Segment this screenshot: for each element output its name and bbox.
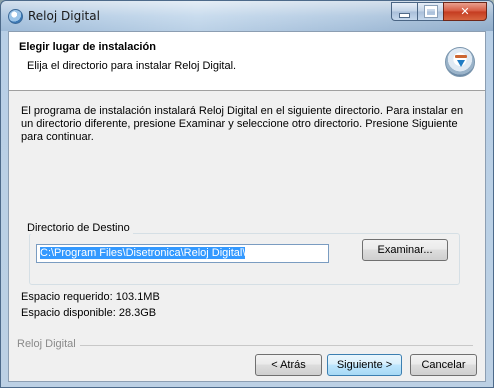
- disk-label-mark: [455, 55, 467, 58]
- destination-group-label: Directorio de Destino: [24, 222, 133, 234]
- page-title: Elegir lugar de instalación: [19, 41, 156, 53]
- minimize-button[interactable]: [391, 2, 417, 21]
- instructions-text: El programa de instalación instalará Rel…: [21, 105, 464, 143]
- maximize-icon: [423, 5, 438, 18]
- space-available: Espacio disponible: 28.3GB: [21, 307, 157, 319]
- browse-button[interactable]: Examinar...: [362, 239, 448, 261]
- caption-buttons: ✕: [391, 2, 487, 21]
- cancel-button[interactable]: Cancelar: [410, 354, 477, 376]
- app-clock-icon: [8, 9, 23, 24]
- title-bar[interactable]: Reloj Digital ✕: [1, 1, 493, 31]
- minimize-icon: [399, 12, 410, 18]
- page-subtitle: Elija el directorio para instalar Reloj …: [27, 60, 237, 72]
- space-required: Espacio requerido: 103.1MB: [21, 291, 160, 303]
- footer-divider: [17, 345, 473, 346]
- installer-window: Reloj Digital ✕ Elegir lugar de instalac…: [0, 0, 494, 388]
- dialog-client-area: Elegir lugar de instalación Elija el dir…: [8, 31, 486, 382]
- back-button[interactable]: < Atrás: [255, 354, 322, 376]
- destination-path-input[interactable]: C:\Program Files\Disetronica\Reloj Digit…: [36, 244, 329, 263]
- destination-path-value: C:\Program Files\Disetronica\Reloj Digit…: [40, 247, 246, 259]
- next-button[interactable]: Siguiente >: [327, 354, 402, 376]
- installer-disk-icon: [445, 47, 475, 77]
- page-header: Elegir lugar de instalación Elija el dir…: [9, 32, 485, 91]
- close-button[interactable]: ✕: [443, 2, 487, 21]
- maximize-button[interactable]: [417, 2, 443, 21]
- window-title: Reloj Digital: [28, 9, 100, 23]
- close-icon: ✕: [460, 5, 470, 18]
- download-arrow-mark: [457, 60, 465, 67]
- brand-label: Reloj Digital: [17, 338, 80, 350]
